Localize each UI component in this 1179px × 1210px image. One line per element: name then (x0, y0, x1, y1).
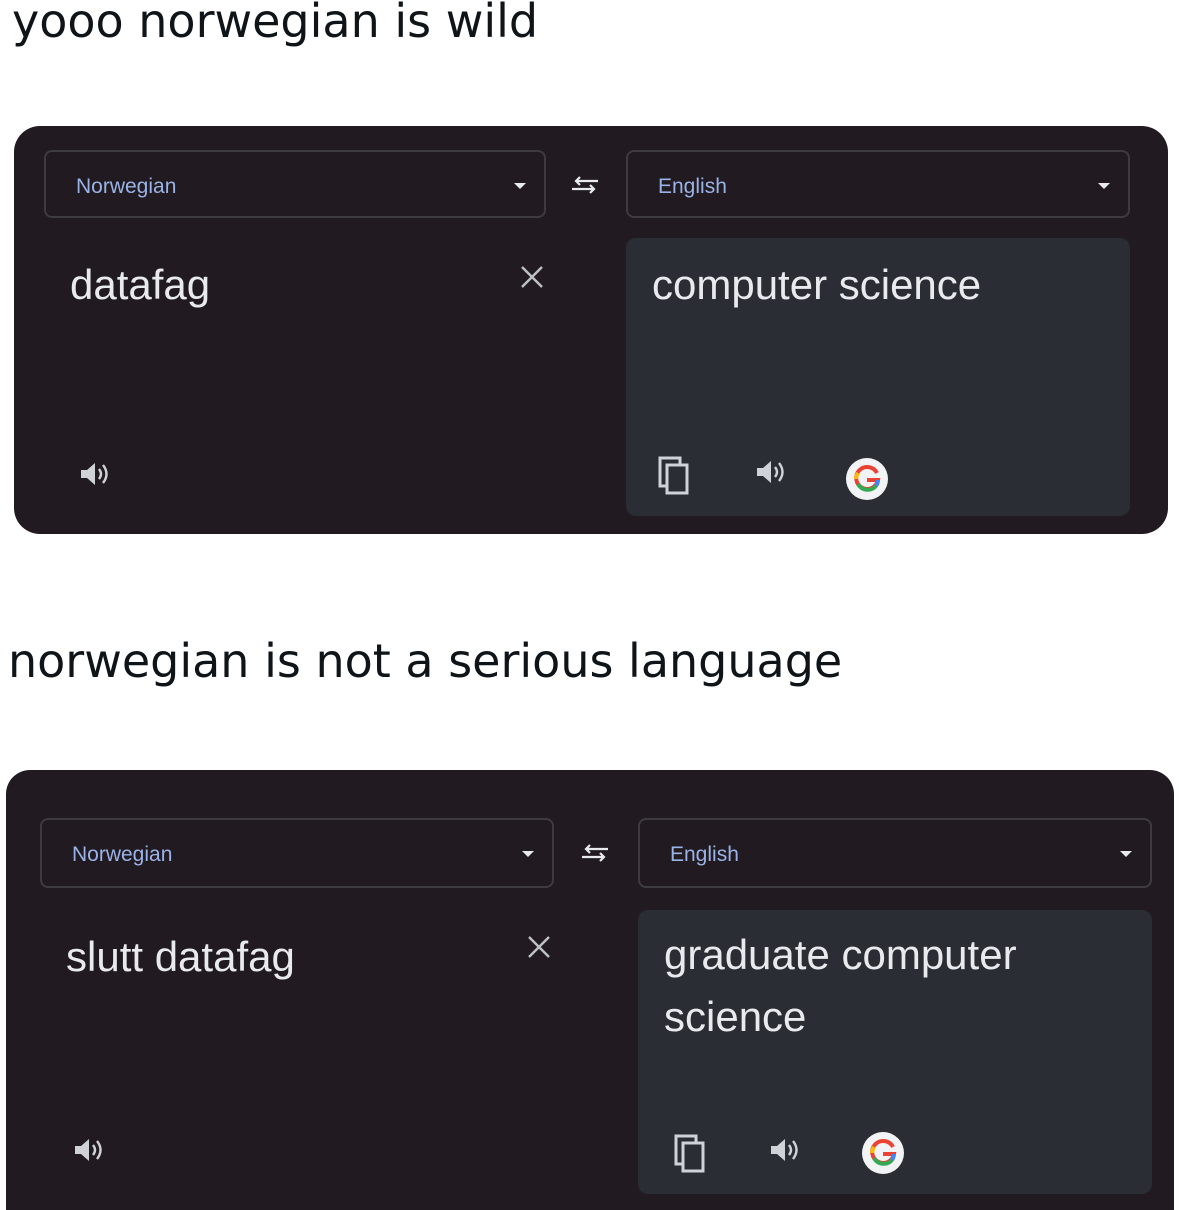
source-language-select[interactable]: Norwegian (40, 818, 554, 888)
post-caption: yooo norwegian is wild (12, 0, 539, 48)
source-text-input[interactable]: datafag (70, 254, 210, 316)
chevron-down-icon (1120, 851, 1132, 857)
translated-text: graduate computer science (664, 931, 1017, 1040)
target-language-select[interactable]: English (638, 818, 1152, 888)
copy-icon[interactable] (658, 456, 690, 496)
target-language-select[interactable]: English (626, 150, 1130, 218)
speaker-icon[interactable] (768, 1136, 802, 1164)
google-g-icon[interactable] (862, 1132, 904, 1174)
swap-languages-icon[interactable] (578, 842, 612, 864)
post-caption: norwegian is not a serious language (8, 634, 843, 688)
close-icon[interactable] (519, 264, 545, 290)
swap-languages-icon[interactable] (568, 174, 602, 196)
translation-output: computer science (626, 238, 1130, 516)
translator-panel: Norwegian English datafag computer scien… (14, 126, 1168, 534)
target-language-label: English (670, 843, 739, 866)
source-language-label: Norwegian (76, 175, 177, 198)
translator-panel: Norwegian English slutt datafag graduate… (6, 770, 1174, 1210)
chevron-down-icon (1098, 183, 1110, 189)
translation-output: graduate computer science (638, 910, 1152, 1194)
translated-text: computer science (652, 261, 982, 308)
source-language-label: Norwegian (72, 843, 173, 866)
copy-icon[interactable] (674, 1134, 706, 1174)
speaker-icon[interactable] (72, 1136, 106, 1164)
chevron-down-icon (522, 851, 534, 857)
target-language-label: English (658, 175, 727, 198)
source-language-select[interactable]: Norwegian (44, 150, 546, 218)
close-icon[interactable] (526, 934, 552, 960)
google-g-icon[interactable] (846, 458, 888, 500)
speaker-icon[interactable] (754, 458, 788, 486)
source-text-input[interactable]: slutt datafag (66, 926, 295, 988)
chevron-down-icon (514, 183, 526, 189)
speaker-icon[interactable] (78, 460, 112, 488)
